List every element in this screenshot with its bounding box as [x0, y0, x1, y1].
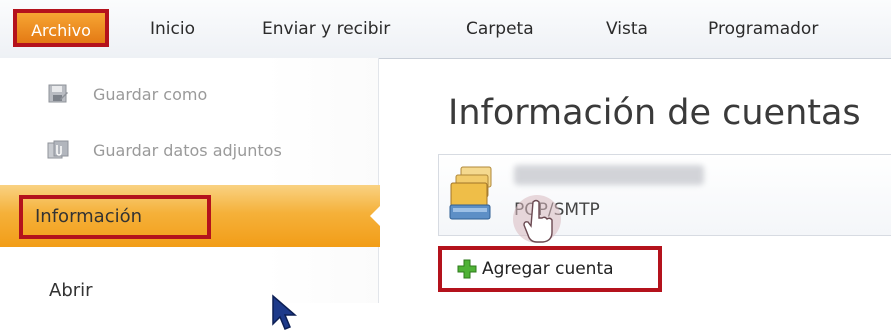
- green-plus-icon: [457, 259, 477, 279]
- save-as-command[interactable]: Guardar como: [47, 80, 207, 108]
- save-as-label: Guardar como: [93, 84, 208, 104]
- save-attachments-icon: [47, 139, 69, 161]
- tab-carpeta[interactable]: Carpeta: [466, 12, 534, 46]
- page-title: Información de cuentas: [448, 93, 861, 133]
- save-as-icon: [47, 83, 69, 105]
- nav-item-informacion-label: Información: [19, 195, 211, 239]
- mouse-pointer-icon: [272, 294, 298, 330]
- tab-archivo[interactable]: Archivo: [13, 9, 109, 47]
- add-account-label: Agregar cuenta: [482, 259, 614, 279]
- backstage-nav: Guardar como Guardar datos adjuntos Info…: [0, 58, 382, 330]
- tab-inicio[interactable]: Inicio: [150, 12, 195, 46]
- accounts-folder-icon: [449, 166, 492, 220]
- tab-enviar-y-recibir[interactable]: Enviar y recibir: [262, 12, 390, 46]
- add-account-button[interactable]: Agregar cuenta: [438, 246, 662, 292]
- account-selector[interactable]: POP/SMTP: [438, 154, 891, 236]
- save-attachments-label: Guardar datos adjuntos: [93, 140, 282, 160]
- nav-item-informacion[interactable]: Información: [0, 185, 382, 247]
- account-email-blurred: [514, 165, 704, 185]
- nav-item-abrir[interactable]: Abrir: [49, 280, 93, 301]
- ribbon-tab-bar: Archivo Inicio Enviar y recibir Carpeta …: [0, 0, 891, 59]
- tab-programador[interactable]: Programador: [708, 12, 818, 46]
- save-attachments-command[interactable]: Guardar datos adjuntos: [47, 136, 282, 164]
- tab-vista[interactable]: Vista: [606, 12, 648, 46]
- hand-cursor-icon: [513, 195, 561, 243]
